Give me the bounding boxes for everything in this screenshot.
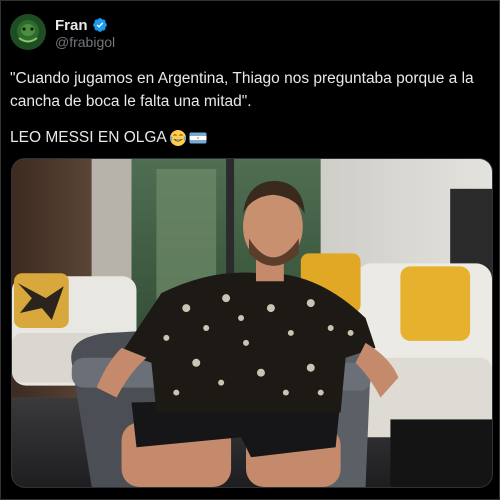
author-display-name[interactable]: Fran bbox=[55, 17, 88, 34]
photo-image bbox=[12, 159, 492, 487]
tweet-media-photo[interactable] bbox=[11, 158, 493, 488]
face-with-tears-of-joy-icon bbox=[169, 130, 186, 146]
tweet-text: "Cuando jugamos en Argentina, Thiago nos… bbox=[10, 70, 478, 110]
tweet-text-line2: LEO MESSI EN OLGA bbox=[10, 127, 207, 149]
author-avatar[interactable] bbox=[10, 14, 46, 50]
tweet-card[interactable]: Fran @frabigol "Cuando jugamos en Argent… bbox=[0, 0, 500, 500]
tweet-text-line2-label: LEO MESSI EN OLGA bbox=[10, 129, 167, 146]
author-handle[interactable]: @frabigol bbox=[55, 34, 115, 50]
verified-badge-icon bbox=[92, 18, 107, 32]
argentina-flag-icon bbox=[189, 132, 207, 144]
avatar-image bbox=[10, 14, 46, 50]
